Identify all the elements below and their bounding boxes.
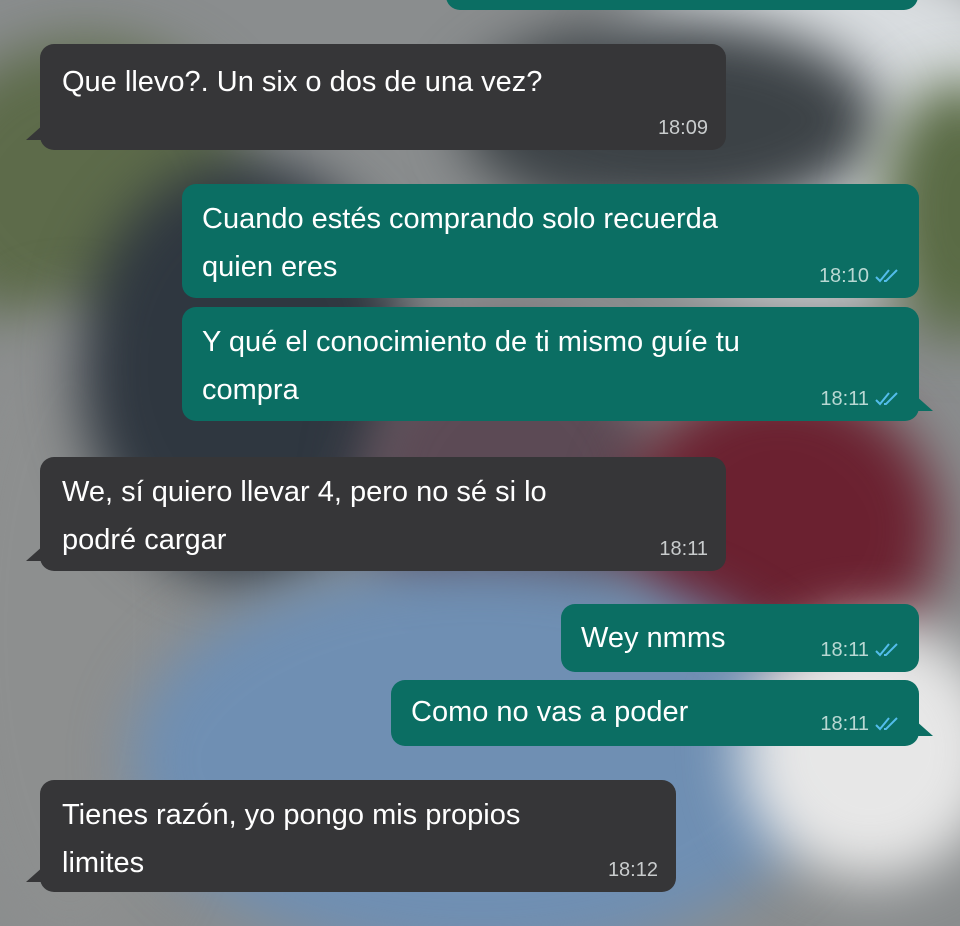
message-text: Y qué el conocimiento de ti mismo guíe t… <box>202 326 740 406</box>
message-text: Cuando estés comprando solo recuerda qui… <box>202 203 718 283</box>
message-bubble-outgoing[interactable]: Cuando estés comprando solo recuerda qui… <box>182 184 919 298</box>
message-bubble-incoming[interactable]: Que llevo?. Un six o dos de una vez? 18:… <box>26 44 726 150</box>
message-bubble-outgoing[interactable]: Y qué el conocimiento de ti mismo guíe t… <box>182 307 933 421</box>
message-time: 18:10 <box>818 265 869 287</box>
read-double-check-icon <box>875 391 901 407</box>
read-double-check-icon <box>875 716 901 732</box>
message-bubble-incoming[interactable]: We, sí quiero llevar 4, pero no sé si lo… <box>26 457 726 571</box>
message-time: 18:12 <box>607 859 658 881</box>
previous-message-bubble-partial[interactable] <box>446 0 918 10</box>
message-text: Tienes razón, yo pongo mis propios limit… <box>62 799 521 879</box>
read-double-check-icon <box>875 268 901 284</box>
message-time: 18:11 <box>820 639 869 661</box>
message-bubble-outgoing[interactable]: Wey nmms 18:11 <box>561 604 919 672</box>
message-time: 18:09 <box>657 117 708 139</box>
message-text: Que llevo?. Un six o dos de una vez? <box>62 66 543 98</box>
read-double-check-icon <box>875 642 901 658</box>
message-text: We, sí quiero llevar 4, pero no sé si lo… <box>62 476 547 556</box>
message-bubble-incoming[interactable]: Tienes razón, yo pongo mis propios limit… <box>26 780 676 892</box>
message-list[interactable]: Que llevo?. Un six o dos de una vez? 18:… <box>0 0 960 926</box>
message-bubble-outgoing[interactable]: Como no vas a poder 18:11 <box>391 680 933 746</box>
message-time: 18:11 <box>820 713 869 735</box>
message-time: 18:11 <box>820 388 869 410</box>
message-time: 18:11 <box>659 538 708 560</box>
